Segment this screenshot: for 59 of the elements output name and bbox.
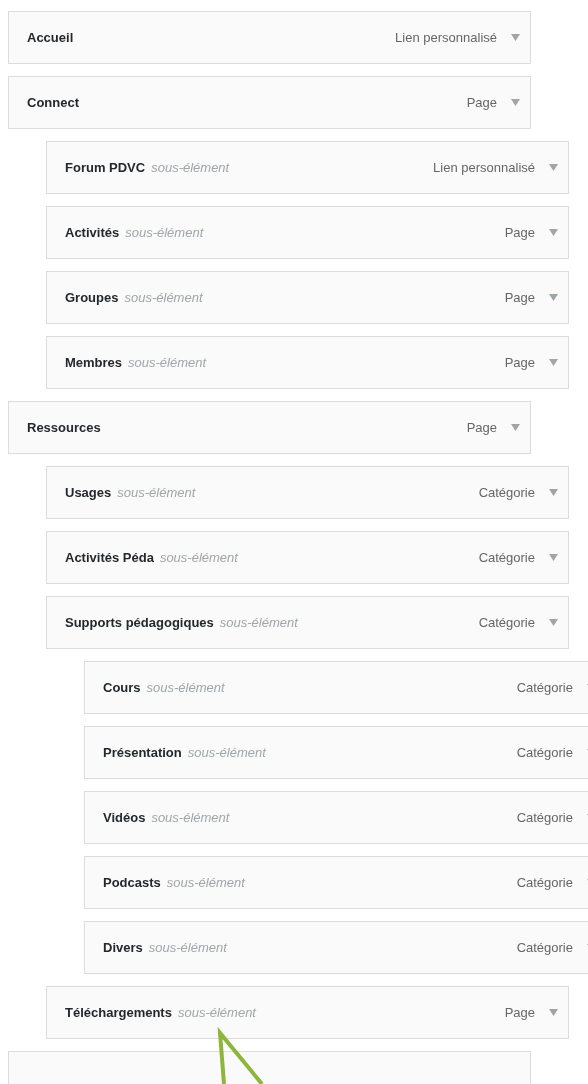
item-type: Catégorie [516,680,573,695]
caret-icon[interactable] [549,294,558,301]
caret-icon[interactable] [549,1009,558,1016]
item-type: Catégorie [516,745,573,760]
menu-item[interactable]: Podcasts sous-élément Catégorie [84,856,588,909]
item-title: Membres sous-élément [65,353,207,372]
caret-icon[interactable] [549,554,558,561]
item-title: Connect [27,93,80,112]
item-type: Catégorie [478,550,535,565]
item-type: Page [466,420,497,435]
item-type: Catégorie [516,875,573,890]
item-type: Lien personnalisé [433,160,535,175]
item-title: Accueil [27,28,75,47]
item-type: Page [504,290,535,305]
item-title: Téléchargements sous-élément [65,1003,256,1022]
caret-icon[interactable] [549,229,558,236]
caret-icon[interactable] [511,424,520,431]
menu-item[interactable]: Membres sous-élément Page [46,336,569,389]
item-title: Cours sous-élément [103,678,225,697]
caret-icon[interactable] [549,619,558,626]
caret-icon[interactable] [511,34,520,41]
item-title: Usages sous-élément [65,483,196,502]
item-title: Groupes sous-élément [65,288,203,307]
caret-icon[interactable] [549,164,558,171]
menu-item[interactable]: Connect Page [8,76,531,129]
item-type: Catégorie [478,485,535,500]
item-title: Activités Péda sous-élément [65,548,238,567]
menu-item[interactable]: Divers sous-élément Catégorie [84,921,588,974]
item-type: Page [466,95,497,110]
item-title: Vidéos sous-élément [103,808,230,827]
item-type: Catégorie [516,810,573,825]
item-type: Page [504,1005,535,1020]
menu-item[interactable]: Vidéos sous-élément Catégorie [84,791,588,844]
menu-item[interactable]: Forum PDVC sous-élément Lien personnalisé [46,141,569,194]
item-title: Présentation sous-élément [103,743,266,762]
item-title: Activités sous-élément [65,223,204,242]
menu-item[interactable]: Activités sous-élément Page [46,206,569,259]
menu-item[interactable]: Supports pédagogiques sous-élément Catégorie [46,596,569,649]
caret-icon[interactable] [549,489,558,496]
menu-item[interactable]: Accueil Lien personnalisé [8,11,531,64]
item-title: Divers sous-élément [103,938,227,957]
item-type: Page [504,225,535,240]
item-title: Ressources [27,418,102,437]
caret-icon[interactable] [549,359,558,366]
menu-item[interactable]: Téléchargements sous-élément Page [46,986,569,1039]
item-title: Forum PDVC sous-élément [65,158,230,177]
item-title: Podcasts sous-élément [103,873,245,892]
item-type: Lien personnalisé [395,30,497,45]
item-type: Catégorie [478,615,535,630]
menu-item[interactable]: Groupes sous-élément Page [46,271,569,324]
menu-item[interactable]: Cours sous-élément Catégorie [84,661,588,714]
menu-item[interactable]: Usages sous-élément Catégorie [46,466,569,519]
menu-item[interactable]: Activités Péda sous-élément Catégorie [46,531,569,584]
caret-icon[interactable] [511,99,520,106]
item-type: Page [504,355,535,370]
item-title: Supports pédagogiques sous-élément [65,613,298,632]
menu-item[interactable]: Présentation sous-élément Catégorie [84,726,588,779]
menu-item[interactable]: Ressources Page [8,401,531,454]
item-type: Catégorie [516,940,573,955]
